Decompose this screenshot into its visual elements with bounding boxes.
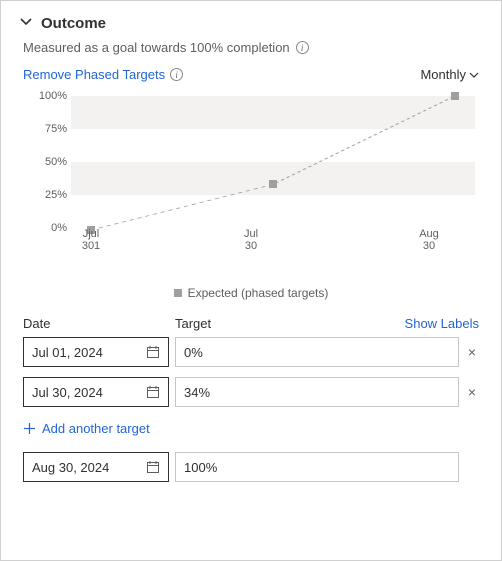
column-header-target: Target [175,316,405,331]
chart-point [451,92,459,100]
y-tick: 50% [23,156,67,168]
y-tick: 100% [23,90,67,102]
calendar-icon[interactable] [146,460,160,474]
date-input[interactable]: Aug 30, 2024 [23,452,169,482]
plot-area [71,96,475,230]
y-tick: 75% [23,123,67,135]
y-tick: 25% [23,189,67,201]
target-input[interactable]: 34% [175,377,459,407]
date-input[interactable]: Jul 01, 2024 [23,337,169,367]
column-header-date: Date [23,316,175,331]
chevron-down-icon[interactable] [19,15,33,32]
target-input[interactable]: 100% [175,452,459,482]
section-subtitle: Measured as a goal towards 100% completi… [23,40,290,55]
period-selector[interactable]: Monthly [420,67,479,82]
info-icon[interactable]: i [170,68,183,81]
legend-marker [174,289,182,297]
remove-row-button[interactable]: × [465,344,479,360]
date-value: Aug 30, 2024 [32,460,109,475]
add-another-label: Add another target [42,421,150,436]
calendar-icon[interactable] [146,345,160,359]
info-icon[interactable]: i [296,41,309,54]
show-labels-link[interactable]: Show Labels [405,316,479,331]
y-tick: 0% [23,222,67,234]
target-row: Jul 01, 2024 0% × [23,337,479,367]
legend-label: Expected (phased targets) [188,286,329,300]
remove-phased-label: Remove Phased Targets [23,67,165,82]
x-tick: Jjul 301 [82,228,100,252]
date-value: Jul 30, 2024 [32,385,103,400]
phased-targets-chart: 100% 75% 50% 25% 0% Jjul 301 Jul 30 Aug … [23,88,479,268]
x-tick: Aug 30 [419,228,439,252]
target-value: 0% [184,345,203,360]
period-label: Monthly [420,67,466,82]
remove-row-button[interactable]: × [465,384,479,400]
chart-line [71,96,475,230]
plus-icon [23,422,36,435]
remove-phased-targets-link[interactable]: Remove Phased Targets i [23,67,183,82]
date-value: Jul 01, 2024 [32,345,103,360]
chart-legend: Expected (phased targets) [19,286,483,300]
x-tick: Jul 30 [244,228,258,252]
target-row: Jul 30, 2024 34% × [23,377,479,407]
section-title: Outcome [41,15,106,32]
target-value: 34% [184,385,210,400]
calendar-icon[interactable] [146,385,160,399]
chart-point [269,180,277,188]
target-row: Aug 30, 2024 100% × [23,452,479,482]
add-another-target-button[interactable]: Add another target [23,421,479,436]
target-input[interactable]: 0% [175,337,459,367]
target-value: 100% [184,460,217,475]
chevron-down-icon [469,70,479,80]
date-input[interactable]: Jul 30, 2024 [23,377,169,407]
